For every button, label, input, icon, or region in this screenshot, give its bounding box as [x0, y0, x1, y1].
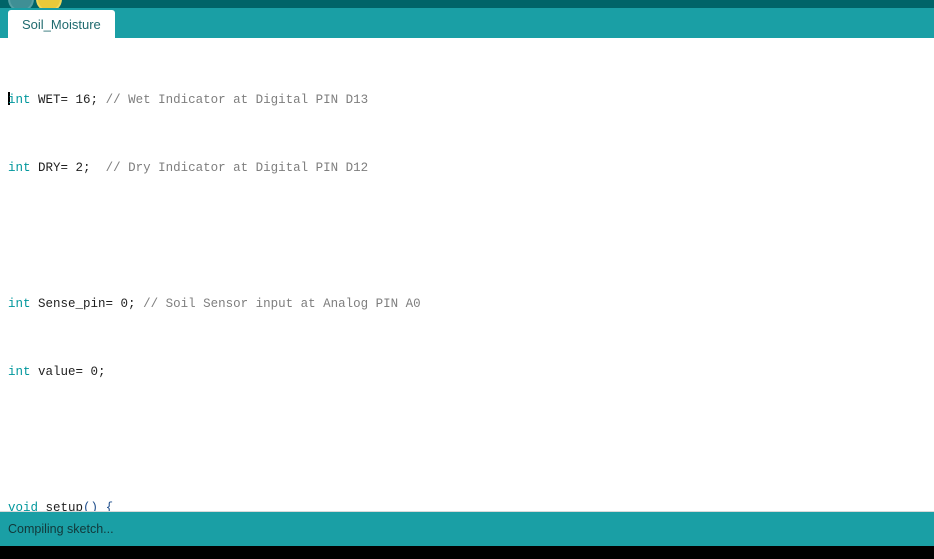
code-content[interactable]: int WET= 16; // Wet Indicator at Digital… [0, 38, 934, 511]
upload-button[interactable] [36, 0, 62, 8]
toolbar [0, 0, 934, 8]
code-line: int Sense_pin= 0; // Soil Sensor input a… [8, 297, 421, 311]
arduino-ide-window: Soil_Moisture int WET= 16; // Wet Indica… [0, 0, 934, 559]
code-editor[interactable]: int WET= 16; // Wet Indicator at Digital… [0, 38, 934, 511]
status-bar: Compiling sketch... [0, 511, 934, 546]
code-line: int DRY= 2; // Dry Indicator at Digital … [8, 161, 369, 175]
console-output[interactable] [0, 546, 934, 559]
code-line: void setup() { [8, 501, 114, 511]
status-message: Compiling sketch... [8, 522, 114, 536]
tab-label: Soil_Moisture [22, 16, 101, 32]
tab-soil-moisture[interactable]: Soil_Moisture [8, 10, 115, 38]
tab-bar: Soil_Moisture [0, 8, 934, 38]
code-line: int WET= 16; // Wet Indicator at Digital… [8, 92, 369, 107]
code-line: int value= 0; [8, 365, 106, 379]
verify-button[interactable] [8, 0, 34, 8]
